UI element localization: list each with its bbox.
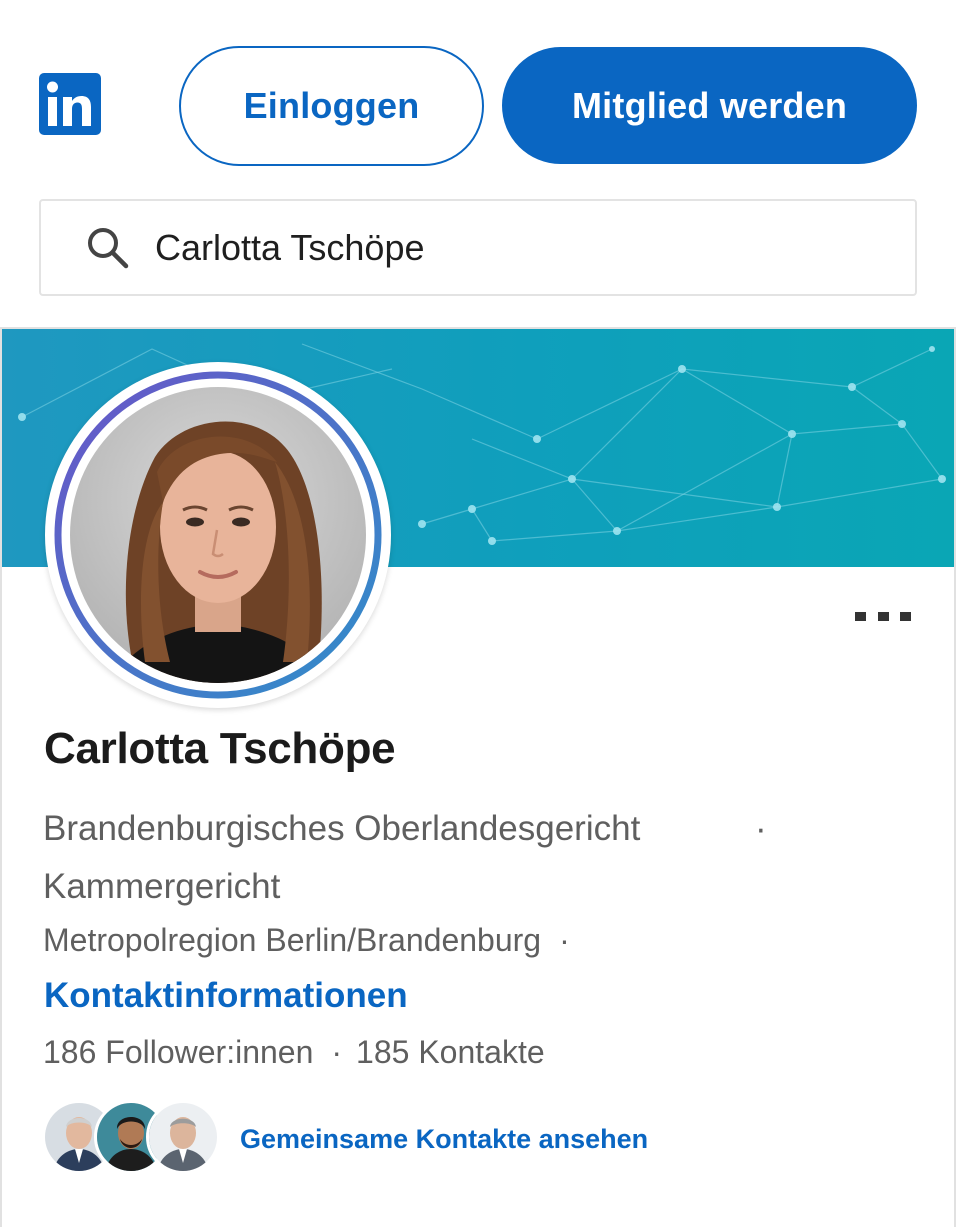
profile-headline: Brandenburgisches Oberlandesgericht · Ka… (43, 800, 883, 916)
mutual-connections-avatars[interactable] (42, 1100, 220, 1176)
more-dot-icon (900, 611, 911, 621)
more-options-button[interactable] (855, 606, 911, 626)
location-separator: · (559, 922, 570, 958)
login-button[interactable]: Einloggen (179, 46, 484, 166)
search-input[interactable]: Carlotta Tschöpe (39, 199, 917, 296)
connections-count: 185 Kontakte (356, 1034, 545, 1070)
linkedin-logo-icon (47, 81, 91, 126)
profile-stats: 186 Follower:innen · 185 Kontakte (43, 1034, 545, 1071)
profile-name: Carlotta Tschöpe (44, 724, 396, 773)
headline-separator: · (755, 809, 767, 848)
more-dot-icon (855, 611, 866, 621)
followers-count: 186 Follower:innen (43, 1034, 314, 1070)
headline-line-2: Kammergericht (43, 867, 281, 906)
linkedin-logo[interactable] (39, 73, 101, 135)
avatar (146, 1100, 220, 1174)
stats-separator: · (331, 1034, 343, 1070)
search-query: Carlotta Tschöpe (155, 227, 425, 268)
profile-location: Metropolregion Berlin/Brandenburg · (43, 922, 570, 959)
search-icon (85, 225, 131, 276)
contact-info-link[interactable]: Kontaktinformationen (44, 976, 408, 1016)
mutual-connections-link[interactable]: Gemeinsame Kontakte ansehen (240, 1124, 648, 1155)
profile-photo-image (54, 371, 382, 699)
more-dot-icon (877, 611, 889, 621)
profile-photo[interactable] (45, 362, 391, 708)
location-text: Metropolregion Berlin/Brandenburg (43, 922, 542, 958)
join-button[interactable]: Mitglied werden (502, 47, 917, 164)
